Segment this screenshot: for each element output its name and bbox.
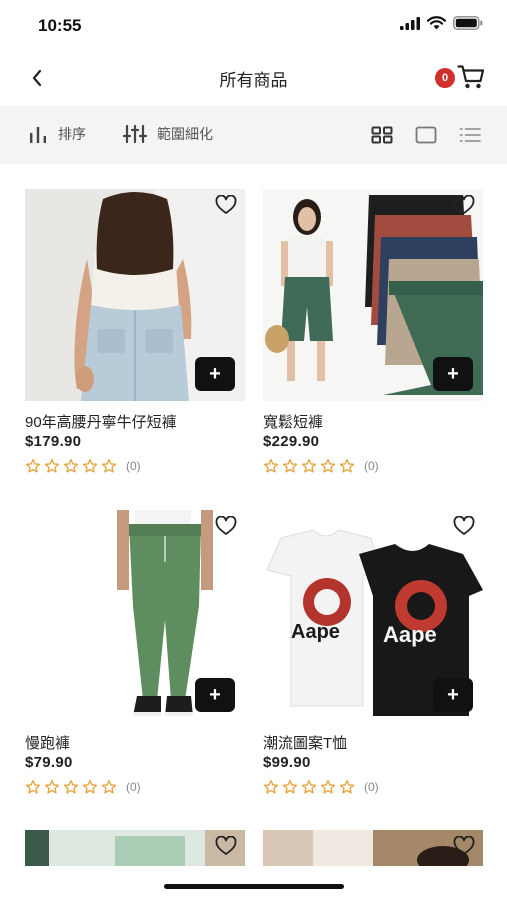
star-icon: [263, 780, 279, 794]
filter-bar: 排序 範圍細化: [0, 106, 507, 164]
rating-count: (0): [364, 459, 379, 473]
plus-icon: +: [447, 362, 459, 385]
sort-icon: [30, 127, 46, 143]
sort-label: 排序: [58, 126, 86, 142]
wishlist-button[interactable]: [453, 515, 475, 536]
star-icon: [44, 459, 60, 473]
product-name[interactable]: 90年高腰丹寧牛仔短褲: [25, 411, 177, 432]
product-price: $99.90: [263, 754, 311, 771]
wifi-icon: [427, 16, 446, 30]
star-icon: [282, 459, 298, 473]
sort-button[interactable]: 排序: [28, 124, 86, 144]
status-bar: 10:55: [0, 0, 507, 48]
product-rating: (0): [25, 458, 141, 474]
battery-icon: [453, 16, 483, 30]
product-name[interactable]: 寬鬆短褲: [263, 411, 323, 432]
status-time: 10:55: [38, 16, 82, 35]
wishlist-button[interactable]: [215, 515, 237, 536]
star-icon: [301, 459, 317, 473]
star-icon: [301, 780, 317, 794]
star-icon: [320, 459, 336, 473]
star-icon: [339, 459, 355, 473]
heart-icon: [215, 835, 237, 855]
product-card[interactable]: + 90年高腰丹寧牛仔短褲 $179.90 (0): [25, 189, 245, 479]
cart-icon: [457, 65, 485, 89]
grid-view-icon: [371, 126, 393, 144]
product-image[interactable]: [263, 830, 483, 866]
product-rating: (0): [263, 458, 379, 474]
product-photo-partial: [25, 830, 245, 866]
product-card[interactable]: [263, 830, 483, 866]
add-to-cart-button[interactable]: +: [433, 678, 473, 712]
heart-icon: [453, 835, 475, 855]
heart-icon: [453, 194, 475, 214]
list-view-button[interactable]: [458, 125, 482, 145]
refine-label: 範圍細化: [157, 126, 213, 142]
tee-brand-text: Aape: [291, 621, 340, 643]
product-photo-partial: [263, 830, 483, 866]
plus-icon: +: [447, 683, 459, 706]
tee-brand-text: Aape: [383, 622, 437, 647]
star-icon: [63, 459, 79, 473]
refine-button[interactable]: 範圍細化: [123, 124, 213, 144]
plus-icon: +: [209, 683, 221, 706]
product-rating: (0): [263, 779, 379, 795]
product-image[interactable]: +: [263, 189, 483, 401]
star-icon: [101, 780, 117, 794]
product-name[interactable]: 慢跑褲: [25, 732, 70, 753]
product-card[interactable]: Aape Aape + 潮流圖案T恤 $99.90 (0): [263, 510, 483, 800]
star-icon: [25, 780, 41, 794]
star-icon: [320, 780, 336, 794]
star-icon: [82, 780, 98, 794]
nav-bar: 所有商品 0: [0, 52, 507, 104]
signal-icon: [400, 16, 420, 30]
wishlist-button[interactable]: [453, 194, 475, 215]
heart-icon: [453, 515, 475, 535]
product-image[interactable]: Aape Aape +: [263, 510, 483, 722]
wishlist-button[interactable]: [215, 194, 237, 215]
plus-icon: +: [209, 362, 221, 385]
add-to-cart-button[interactable]: +: [195, 678, 235, 712]
cart-button[interactable]: 0: [435, 62, 485, 94]
star-icon: [63, 780, 79, 794]
rating-count: (0): [126, 780, 141, 794]
home-indicator[interactable]: [164, 884, 344, 889]
product-rating: (0): [25, 779, 141, 795]
product-price: $79.90: [25, 754, 73, 771]
product-price: $229.90: [263, 433, 320, 450]
cart-count-badge: 0: [435, 68, 455, 88]
product-image[interactable]: +: [25, 510, 245, 722]
wishlist-button[interactable]: [215, 835, 237, 856]
status-icons: [400, 16, 483, 30]
single-view-icon: [415, 126, 437, 144]
add-to-cart-button[interactable]: +: [433, 357, 473, 391]
product-card[interactable]: + 慢跑褲 $79.90 (0): [25, 510, 245, 800]
star-icon: [263, 459, 279, 473]
rating-count: (0): [126, 459, 141, 473]
heart-icon: [215, 515, 237, 535]
heart-icon: [215, 194, 237, 214]
sliders-icon: [123, 124, 147, 144]
single-view-button[interactable]: [414, 125, 438, 145]
star-icon: [82, 459, 98, 473]
product-image[interactable]: [25, 830, 245, 866]
product-name[interactable]: 潮流圖案T恤: [263, 732, 347, 753]
star-icon: [44, 780, 60, 794]
wishlist-button[interactable]: [453, 835, 475, 856]
grid-view-button[interactable]: [370, 125, 394, 145]
star-icon: [339, 780, 355, 794]
add-to-cart-button[interactable]: +: [195, 357, 235, 391]
star-icon: [25, 459, 41, 473]
list-view-icon: [459, 128, 481, 142]
product-price: $179.90: [25, 433, 82, 450]
product-card[interactable]: [25, 830, 245, 866]
page-title: 所有商品: [219, 71, 288, 90]
star-icon: [101, 459, 117, 473]
rating-count: (0): [364, 780, 379, 794]
star-icon: [282, 780, 298, 794]
product-card[interactable]: + 寬鬆短褲 $229.90 (0): [263, 189, 483, 479]
product-image[interactable]: +: [25, 189, 245, 401]
